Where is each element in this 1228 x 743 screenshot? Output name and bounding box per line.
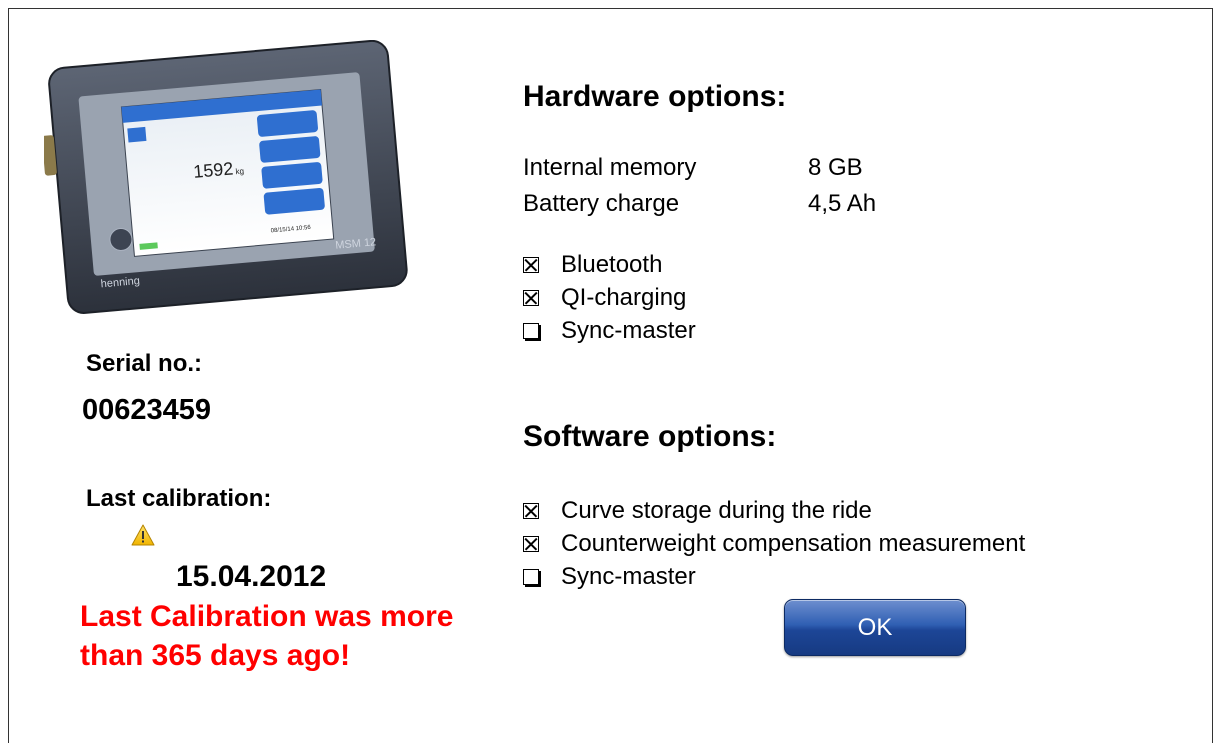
checkbox-unchecked [523, 569, 539, 585]
sw-option-sync-master: Sync-master [523, 562, 696, 592]
checkbox-unchecked [523, 323, 539, 339]
hardware-options-title: Hardware options: [523, 80, 787, 113]
checkbox-checked [523, 536, 539, 552]
option-label: Bluetooth [561, 251, 663, 278]
ok-button[interactable]: OK [784, 599, 966, 656]
spec-internal-memory: Internal memory 8 GB [523, 154, 863, 182]
hw-option-sync-master: Sync-master [523, 316, 696, 346]
serial-value: 00623459 [82, 394, 212, 426]
option-label: Curve storage during the ride [561, 497, 872, 524]
option-label: Sync-master [561, 317, 696, 344]
spec-value: 8 GB [808, 154, 863, 181]
device-screen-value: 1592 [192, 158, 234, 181]
software-options-title: Software options: [523, 420, 777, 453]
hw-option-bluetooth: Bluetooth [523, 250, 662, 280]
calibration-date: 15.04.2012 [176, 560, 327, 593]
spec-key: Battery charge [523, 190, 680, 217]
spec-value: 4,5 Ah [808, 190, 877, 217]
option-label: Counterweight compensation measurement [561, 530, 1026, 557]
hw-option-qi-charging: QI-charging [523, 283, 686, 313]
device-screen-unit: kg [235, 167, 244, 177]
calibration-label: Last calibration: [86, 485, 272, 512]
checkbox-checked [523, 503, 539, 519]
checkbox-checked [523, 257, 539, 273]
serial-label: Serial no.: [86, 350, 203, 377]
warning-triangle-icon [131, 524, 155, 546]
option-label: Sync-master [561, 563, 696, 590]
checkbox-checked [523, 290, 539, 306]
spec-key: Internal memory [523, 154, 697, 181]
spec-battery-charge: Battery charge 4,5 Ah [523, 190, 876, 218]
sw-option-curve-storage: Curve storage during the ride [523, 496, 872, 526]
sw-option-counterweight: Counterweight compensation measurement [523, 529, 1025, 559]
option-label: QI-charging [561, 284, 687, 311]
device-image: MSM 12 henning 1592 kg 08/15/14 10:56 [44, 40, 408, 314]
calibration-warning-text: Last Calibration was more than 365 days … [80, 600, 454, 672]
